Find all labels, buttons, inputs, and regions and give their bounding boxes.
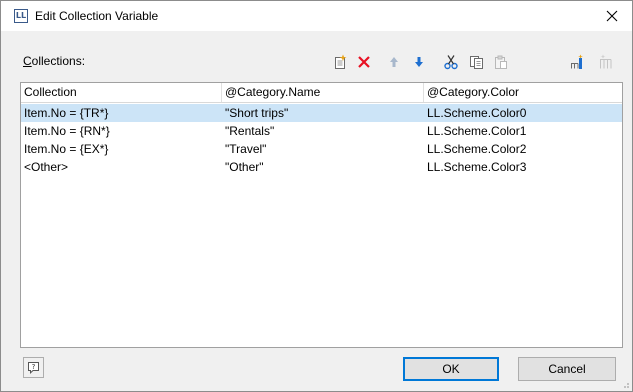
move-up-button[interactable] <box>384 52 404 72</box>
collections-label-accel: C <box>23 54 32 68</box>
cell-category-name: "Other" <box>225 160 264 174</box>
insert-icon <box>571 54 583 69</box>
cell-category-name: "Short trips" <box>225 106 289 120</box>
cell-category-color: LL.Scheme.Color1 <box>427 124 527 138</box>
cell-collection: Item.No = {EX*} <box>24 142 109 156</box>
collections-label: Collections: <box>23 54 85 68</box>
cell-collection: Item.No = {TR*} <box>24 106 109 120</box>
cell-category-name: "Rentals" <box>225 124 275 138</box>
close-button[interactable] <box>600 4 624 28</box>
column-header-category-color[interactable]: @Category.Color <box>424 83 622 102</box>
collections-label-rest: ollections: <box>31 54 86 68</box>
app-logo-icon: LL <box>14 9 28 23</box>
resize-grip-icon[interactable] <box>620 379 630 389</box>
close-icon <box>606 10 618 22</box>
delete-icon <box>358 56 370 68</box>
cell-category-name: "Travel" <box>225 142 267 156</box>
cut-button[interactable] <box>441 52 461 72</box>
cell-collection: Item.No = {RN*} <box>24 124 110 138</box>
new-item-button[interactable] <box>330 52 350 72</box>
cut-icon <box>444 55 458 70</box>
ok-button[interactable]: OK <box>403 357 499 381</box>
cell-collection: <Other> <box>24 160 69 174</box>
move-down-icon <box>415 57 423 67</box>
insert-disabled-icon <box>600 54 612 69</box>
table-row[interactable]: Item.No = {TR*} "Short trips" LL.Scheme.… <box>21 104 622 122</box>
move-down-button[interactable] <box>409 52 429 72</box>
help-icon: ? <box>28 362 39 374</box>
new-item-icon <box>335 54 347 69</box>
dialog-title: Edit Collection Variable <box>35 9 159 23</box>
copy-icon <box>470 56 483 69</box>
copy-button[interactable] <box>466 52 486 72</box>
edit-collection-dialog: LL Edit Collection Variable Collections: <box>0 0 633 392</box>
cell-category-color: LL.Scheme.Color0 <box>427 106 527 120</box>
table-row[interactable]: Item.No = {RN*} "Rentals" LL.Scheme.Colo… <box>21 122 622 140</box>
table-row[interactable]: <Other> "Other" LL.Scheme.Color3 <box>21 158 622 176</box>
paste-button[interactable] <box>491 52 511 72</box>
insert-button[interactable] <box>568 52 588 72</box>
paste-icon <box>495 55 507 69</box>
help-button[interactable]: ? <box>23 357 44 378</box>
cell-category-color: LL.Scheme.Color3 <box>427 160 527 174</box>
grid-header: Collection @Category.Name @Category.Colo… <box>21 83 622 103</box>
title-bar: LL Edit Collection Variable <box>1 1 632 31</box>
column-header-category-name[interactable]: @Category.Name <box>222 83 423 102</box>
column-header-collection[interactable]: Collection <box>21 83 221 102</box>
help-glyph: ? <box>32 363 36 371</box>
cell-category-color: LL.Scheme.Color2 <box>427 142 527 156</box>
table-row[interactable]: Item.No = {EX*} "Travel" LL.Scheme.Color… <box>21 140 622 158</box>
move-up-icon <box>390 57 398 67</box>
collections-grid[interactable]: Collection @Category.Name @Category.Colo… <box>20 82 623 348</box>
delete-button[interactable] <box>354 52 374 72</box>
insert-disabled-button[interactable] <box>597 52 617 72</box>
cancel-button[interactable]: Cancel <box>518 357 616 381</box>
